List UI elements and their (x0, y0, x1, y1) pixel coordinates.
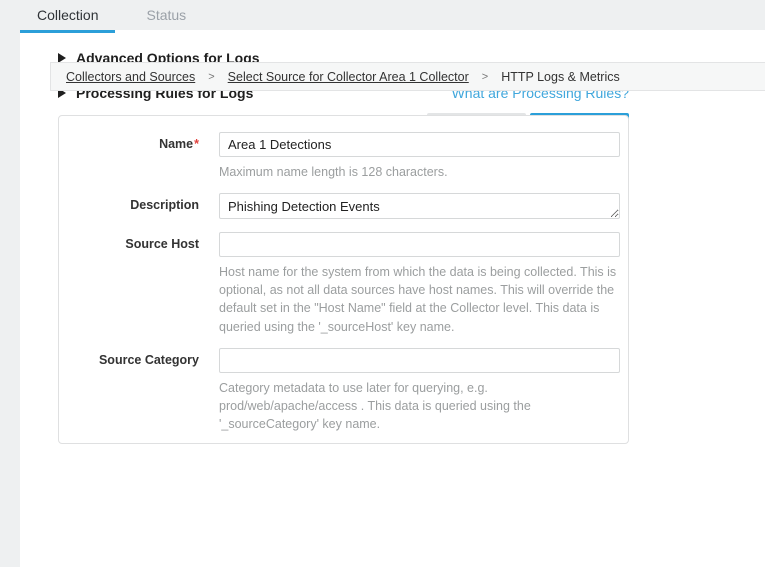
required-asterisk: * (194, 137, 199, 151)
source-host-label: Source Host (59, 232, 219, 336)
description-label: Description (59, 193, 219, 224)
description-textarea[interactable] (219, 193, 620, 219)
breadcrumb-link-collectors-and-sources[interactable]: Collectors and Sources (66, 70, 195, 84)
tab-bar: Collection Status (0, 0, 765, 30)
tab-status[interactable]: Status (129, 0, 203, 30)
source-config-card: Name* Maximum name length is 128 charact… (58, 115, 629, 444)
name-label-text: Name (159, 137, 193, 151)
content-panel: Collectors and Sources > Select Source f… (20, 30, 765, 567)
tab-status-label: Status (146, 7, 186, 23)
source-category-field-wrap: Category metadata to use later for query… (219, 348, 620, 433)
source-host-field-wrap: Host name for the system from which the … (219, 232, 620, 336)
breadcrumb-link-select-source[interactable]: Select Source for Collector Area 1 Colle… (228, 70, 469, 84)
source-category-input[interactable] (219, 348, 620, 373)
breadcrumb-current: HTTP Logs & Metrics (501, 70, 620, 84)
description-field-wrap (219, 193, 620, 224)
name-label: Name* (59, 132, 219, 181)
form-row-description: Description (59, 193, 628, 224)
source-host-hint: Host name for the system from which the … (219, 263, 617, 336)
name-field-wrap: Maximum name length is 128 characters. (219, 132, 620, 181)
form-row-source-category: Source Category Category metadata to use… (59, 348, 628, 433)
source-host-input[interactable] (219, 232, 620, 257)
form-row-source-host: Source Host Host name for the system fro… (59, 232, 628, 336)
name-input[interactable] (219, 132, 620, 157)
source-category-hint: Category metadata to use later for query… (219, 379, 617, 433)
form-row-name: Name* Maximum name length is 128 charact… (59, 132, 628, 181)
tab-collection[interactable]: Collection (20, 0, 115, 30)
breadcrumb-separator-icon: > (482, 71, 488, 83)
breadcrumb-separator-icon: > (208, 71, 214, 83)
name-hint: Maximum name length is 128 characters. (219, 163, 617, 181)
tab-collection-label: Collection (37, 7, 98, 23)
breadcrumb: Collectors and Sources > Select Source f… (50, 62, 765, 91)
source-category-label: Source Category (59, 348, 219, 433)
